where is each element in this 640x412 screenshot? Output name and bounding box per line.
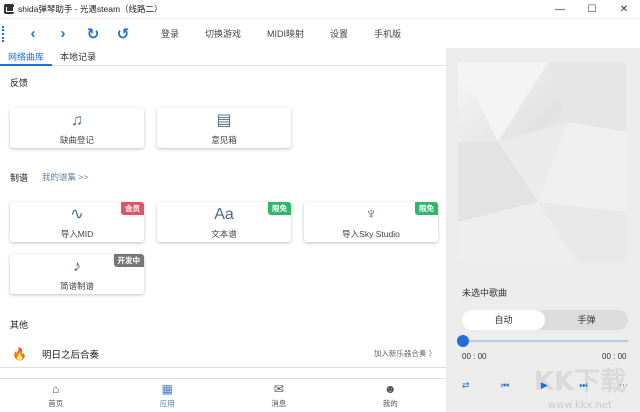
current-time: 00 : 00 — [462, 352, 487, 361]
close-button[interactable]: ✕ — [608, 0, 640, 18]
progress-knob[interactable] — [457, 335, 469, 347]
maximize-button[interactable]: ☐ — [576, 0, 608, 18]
section-other-title: 其他 — [10, 320, 29, 330]
nav-home[interactable]: ⌂ 首页 — [0, 379, 112, 412]
menu-switch-game[interactable]: 切换游戏 — [192, 19, 254, 49]
section-score-title: 制谱 — [10, 173, 29, 183]
music-note-icon: ♪ — [73, 257, 81, 275]
section-feedback-title: 反馈 — [10, 78, 29, 88]
inbox-icon: ▤ — [216, 111, 232, 129]
nav-messages[interactable]: ✉ 消息 — [223, 379, 335, 412]
app-icon — [4, 4, 14, 14]
missing-song-card[interactable]: ♫ 缺曲登记 — [10, 108, 144, 148]
title-bar: shida弹琴助手 - 光遇steam（线路二） — ☐ ✕ — [0, 0, 640, 18]
apps-icon: ▦ — [161, 382, 173, 396]
nav-profile[interactable]: ☻ 我的 — [335, 379, 447, 412]
nav-label: 我的 — [382, 399, 398, 408]
current-song: 未选中歌曲 — [462, 288, 508, 298]
card-label: 导入MID — [60, 228, 94, 239]
back-button[interactable]: ‹ — [18, 19, 48, 49]
toolbar-menu: 登录 切换游戏 MIDI映射 设置 手机版 — [148, 19, 414, 49]
badge-in-development: 开发中 — [113, 254, 144, 267]
list-item-title: 明日之后合奏 — [42, 349, 100, 361]
my-scores-link[interactable]: 我的谱集 >> — [42, 171, 88, 183]
previous-icon[interactable]: ⏮ — [501, 380, 509, 391]
player-controls: ⇄ ⏮ ▶ ⏭ ⋯ — [462, 378, 628, 392]
nav-label: 应用 — [159, 399, 175, 408]
menu-settings[interactable]: 设置 — [317, 19, 361, 49]
card-label: 缺曲登记 — [59, 134, 94, 145]
card-label: 简谱制谱 — [59, 280, 94, 291]
toolbar: ‹ › ↻ ↺ 登录 切换游戏 MIDI映射 设置 手机版 — [0, 18, 640, 48]
forward-button[interactable]: › — [48, 19, 78, 49]
import-sky-studio-card[interactable]: 限免 ♆ 导入Sky Studio — [304, 202, 438, 242]
next-icon[interactable]: ⏭ — [579, 380, 587, 391]
menu-login[interactable]: 登录 — [148, 19, 192, 49]
minimize-button[interactable]: — — [544, 0, 576, 18]
text-icon: Aa — [214, 205, 234, 223]
home-icon: ⌂ — [52, 382, 60, 396]
bottom-nav: ⌂ 首页 ▦ 应用 ✉ 消息 ☻ 我的 — [0, 378, 446, 412]
window-title: shida弹琴助手 - 光遇steam（线路二） — [18, 4, 163, 14]
menu-mobile[interactable]: 手机版 — [361, 19, 414, 49]
shuffle-icon[interactable]: ⇄ — [462, 380, 470, 391]
progress-bar[interactable] — [457, 335, 628, 347]
refresh-button[interactable]: ↻ — [78, 19, 108, 49]
import-mid-card[interactable]: 会员 ∿ 导入MID — [10, 202, 144, 242]
flame-icon: 🔥 — [12, 346, 27, 361]
text-score-card[interactable]: 限免 Aa 文本谱 — [157, 202, 291, 242]
suggestion-box-card[interactable]: ▤ 意见箱 — [157, 108, 291, 148]
music-note-icon: ♫ — [71, 111, 83, 129]
card-label: 文本谱 — [211, 228, 237, 239]
tab-local-records[interactable]: 本地记录 — [52, 48, 104, 66]
message-icon: ✉ — [273, 382, 284, 396]
tab-online-library[interactable]: 网络曲库 — [0, 48, 53, 66]
card-label: 意见箱 — [211, 134, 237, 145]
tab-bar: 网络曲库 本地记录 — [0, 48, 446, 66]
more-icon[interactable]: ⋯ — [619, 380, 628, 391]
play-icon[interactable]: ▶ — [541, 380, 548, 391]
sync-button[interactable]: ↺ — [108, 19, 138, 49]
album-cover-placeholder — [458, 62, 626, 262]
mode-auto[interactable]: 自动 — [462, 310, 545, 330]
lyre-icon: ♆ — [365, 205, 377, 223]
nav-label: 首页 — [48, 399, 64, 408]
total-time: 00 : 00 — [602, 352, 627, 361]
drag-handle-icon[interactable] — [2, 25, 8, 42]
badge-free: 限免 — [415, 202, 438, 215]
player-panel: 未选中歌曲 自动 手弹 00 : 00 00 : 00 ⇄ ⏮ ▶ ⏭ ⋯ — [446, 48, 640, 412]
play-mode-toggle: 自动 手弹 — [462, 310, 628, 330]
nav-apps[interactable]: ▦ 应用 — [112, 379, 224, 412]
waveform-icon: ∿ — [70, 205, 84, 223]
join-ensemble-link[interactable]: 加入新乐器合奏 〉 — [374, 348, 436, 359]
main-content: 反馈 ♫ 缺曲登记 ▤ 意见箱 制谱 我的谱集 >> 会员 ∿ 导入MID 限免… — [0, 66, 446, 378]
list-item[interactable]: 🔥 明日之后合奏 加入新乐器合奏 〉 — [0, 340, 446, 368]
profile-icon: ☻ — [383, 382, 397, 396]
menu-midi-mapping[interactable]: MIDI映射 — [254, 19, 317, 49]
badge-vip: 会员 — [121, 202, 144, 215]
card-label: 导入Sky Studio — [342, 228, 400, 239]
numbered-score-card[interactable]: 开发中 ♪ 简谱制谱 — [10, 254, 144, 294]
nav-label: 消息 — [271, 399, 287, 408]
mode-manual[interactable]: 手弹 — [545, 310, 628, 330]
window-controls: — ☐ ✕ — [544, 0, 640, 18]
badge-free: 限免 — [268, 202, 291, 215]
